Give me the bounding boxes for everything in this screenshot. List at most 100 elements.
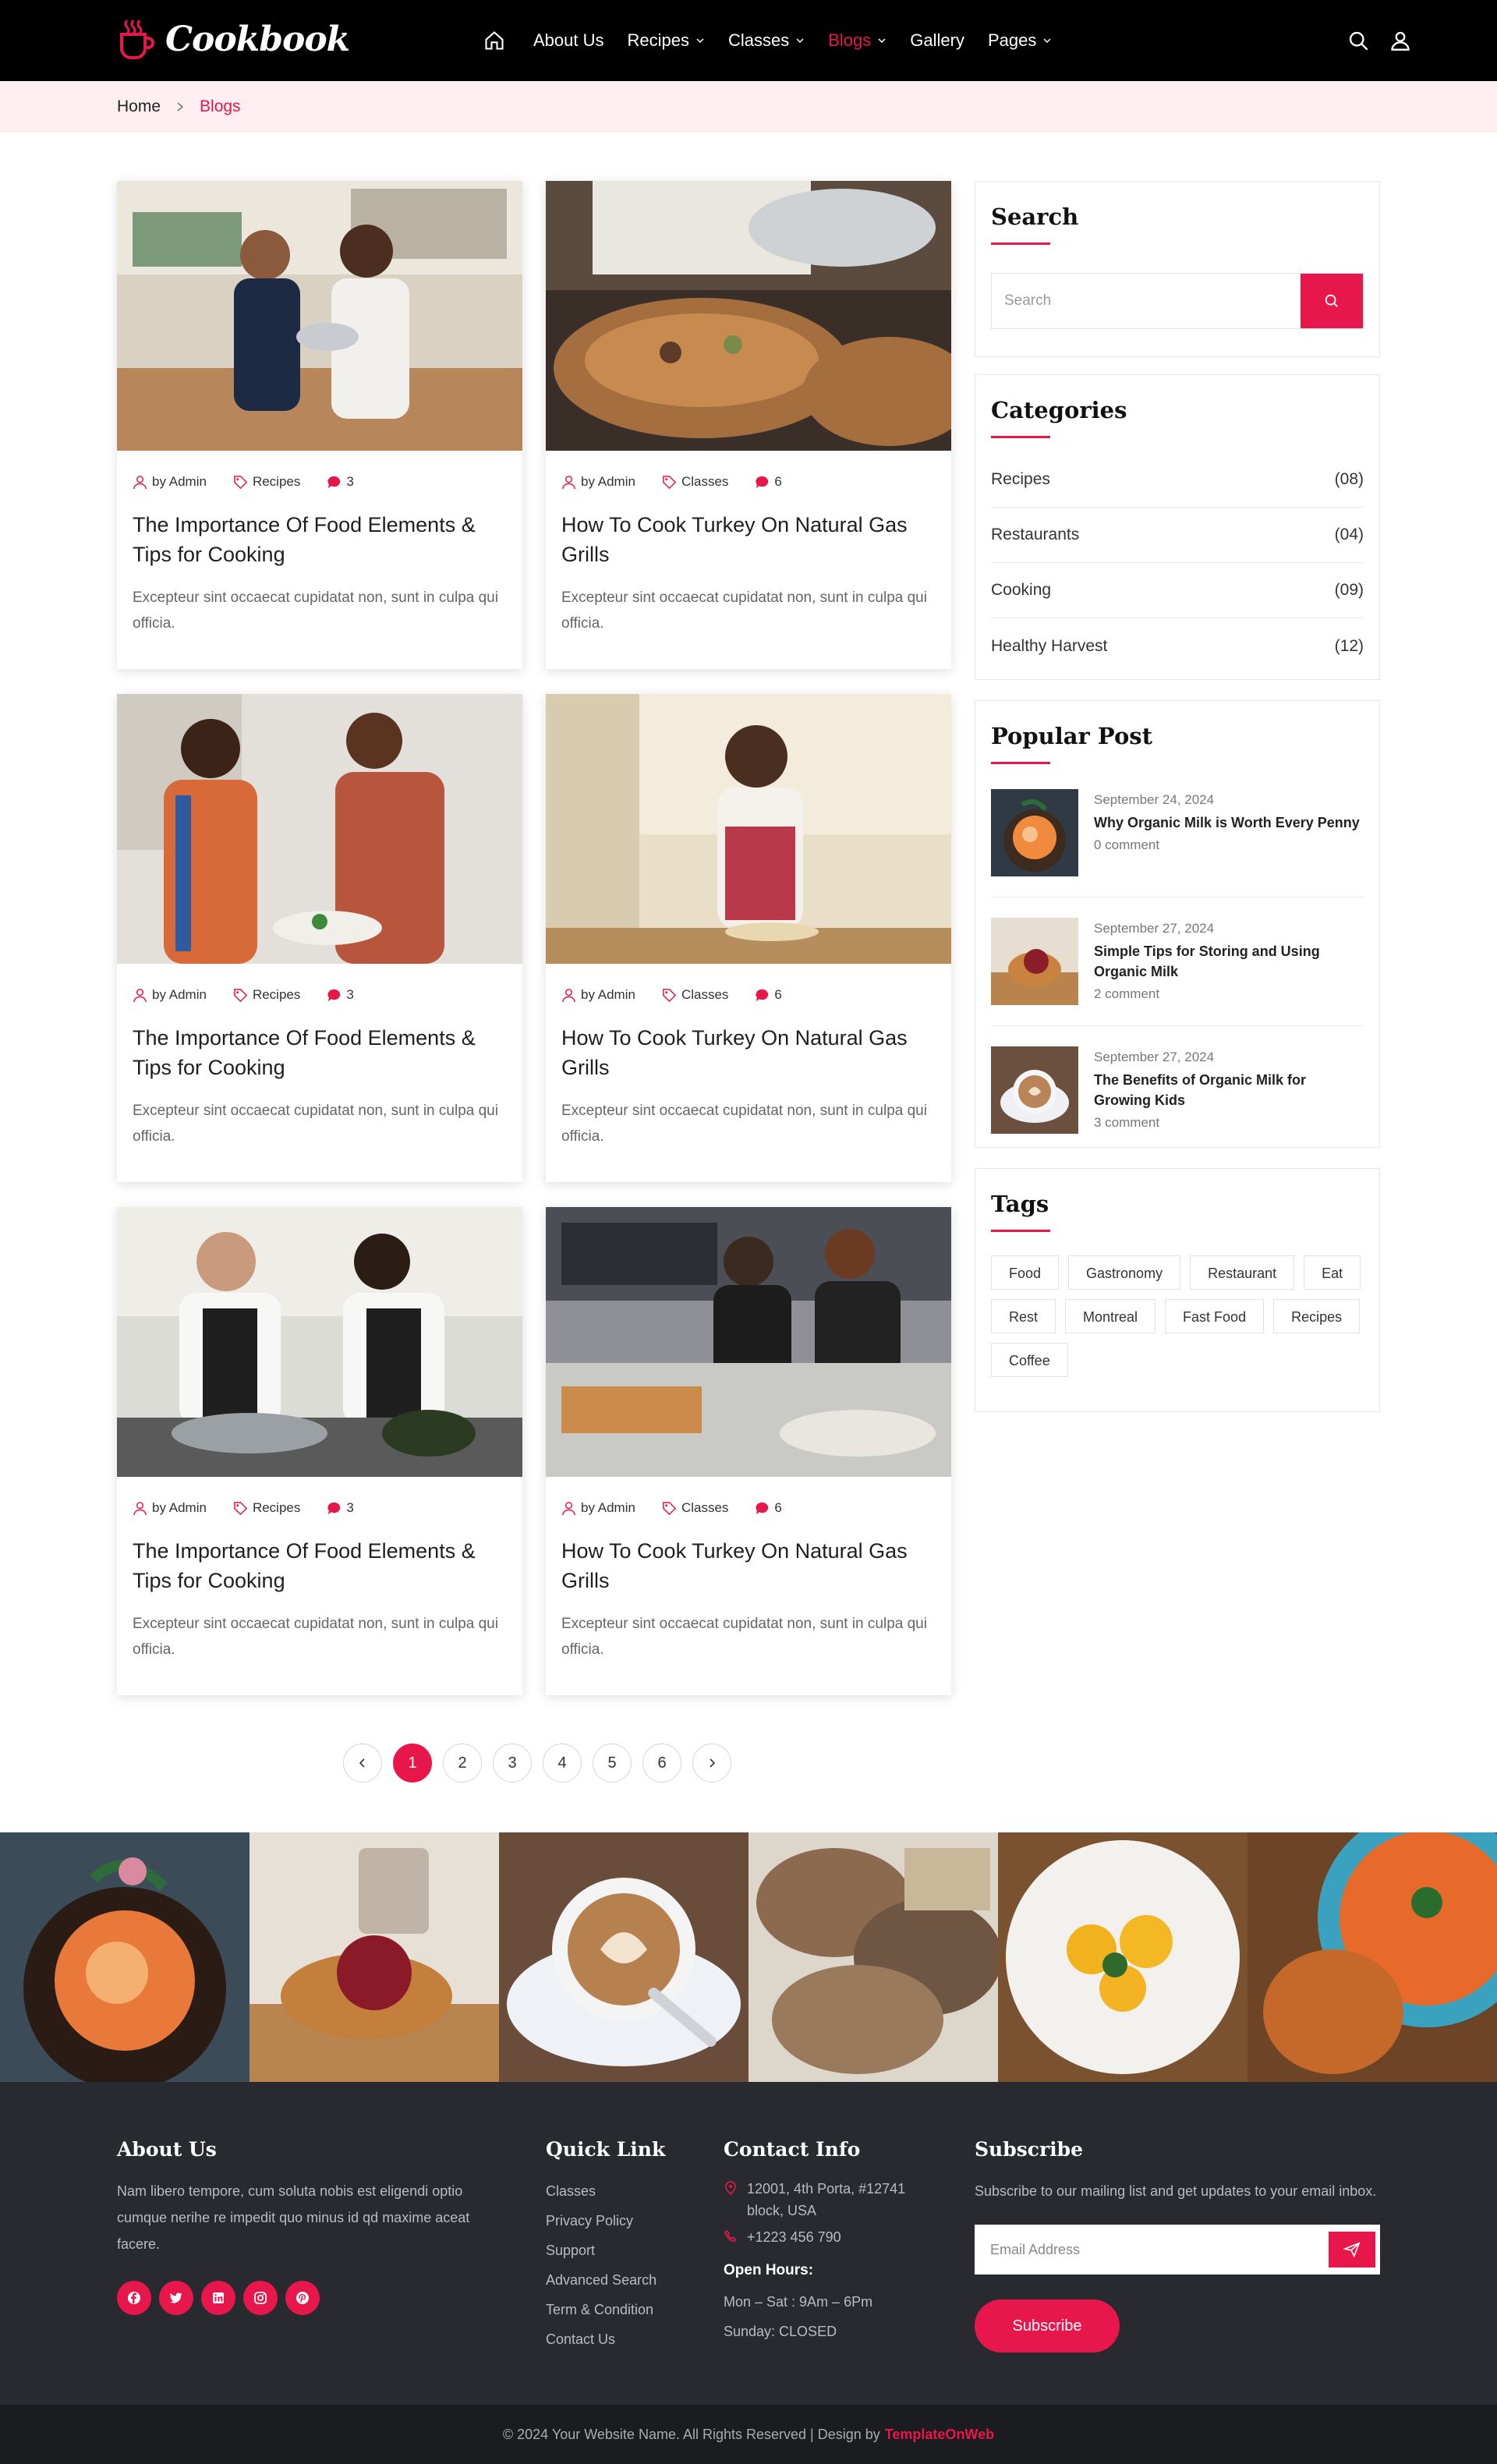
- page-button-1[interactable]: 1: [393, 1744, 432, 1783]
- post-title[interactable]: How To Cook Turkey On Natural Gas Grills: [561, 510, 936, 569]
- post-author[interactable]: by Admin: [581, 1500, 635, 1516]
- post-comments[interactable]: 6: [774, 1500, 781, 1516]
- post-comments[interactable]: 3: [346, 1500, 353, 1516]
- tag-item[interactable]: Montreal: [1065, 1299, 1156, 1333]
- page-button-4[interactable]: 4: [543, 1744, 582, 1783]
- instagram-icon[interactable]: [243, 2281, 278, 2315]
- post-comments[interactable]: 6: [774, 474, 781, 490]
- blog-card[interactable]: by Admin Classes 6 How To Cook Turkey On…: [546, 1207, 951, 1695]
- gallery-image[interactable]: [499, 1832, 748, 2082]
- popular-post-title[interactable]: Why Organic Milk is Worth Every Penny: [1094, 812, 1360, 833]
- nav-home-icon[interactable]: [483, 30, 505, 51]
- phone-text[interactable]: +1223 456 790: [747, 2226, 841, 2248]
- subscribe-button[interactable]: Subscribe: [975, 2299, 1120, 2352]
- blog-card[interactable]: by Admin Recipes 3 The Importance Of Foo…: [117, 181, 522, 669]
- post-title[interactable]: How To Cook Turkey On Natural Gas Grills: [561, 1023, 936, 1082]
- post-category[interactable]: Classes: [681, 987, 728, 1003]
- send-email-button[interactable]: [1329, 2232, 1375, 2268]
- category-item[interactable]: Healthy Harvest (12): [991, 618, 1364, 674]
- blog-card-image[interactable]: [546, 181, 951, 451]
- tag-item[interactable]: Rest: [991, 1299, 1056, 1333]
- prev-page-button[interactable]: [343, 1744, 382, 1783]
- linkedin-icon[interactable]: [201, 2281, 235, 2315]
- nav-pages[interactable]: Pages: [988, 30, 1052, 51]
- popular-post-title[interactable]: Simple Tips for Storing and Using Organi…: [1094, 941, 1364, 982]
- footer-link[interactable]: Support: [546, 2236, 702, 2265]
- blog-card[interactable]: by Admin Classes 6 How To Cook Turkey On…: [546, 694, 951, 1182]
- twitter-icon[interactable]: [159, 2281, 193, 2315]
- blog-card[interactable]: by Admin Recipes 3 The Importance Of Foo…: [117, 1207, 522, 1695]
- post-category[interactable]: Classes: [681, 474, 728, 490]
- footer-link[interactable]: Contact Us: [546, 2324, 702, 2354]
- post-author[interactable]: by Admin: [152, 987, 207, 1003]
- breadcrumb-home[interactable]: Home: [117, 97, 161, 116]
- page-button-5[interactable]: 5: [593, 1744, 632, 1783]
- post-thumbnail[interactable]: [991, 918, 1078, 1005]
- post-title[interactable]: How To Cook Turkey On Natural Gas Grills: [561, 1536, 936, 1595]
- post-author[interactable]: by Admin: [152, 474, 207, 490]
- post-author[interactable]: by Admin: [581, 987, 635, 1003]
- post-author[interactable]: by Admin: [152, 1500, 207, 1516]
- tag-item[interactable]: Recipes: [1273, 1299, 1361, 1333]
- post-title[interactable]: The Importance Of Food Elements & Tips f…: [133, 1023, 507, 1082]
- post-comments[interactable]: 3: [346, 474, 353, 490]
- category-item[interactable]: Cooking (09): [991, 563, 1364, 618]
- blog-card-image[interactable]: [117, 181, 522, 451]
- category-item[interactable]: Recipes (08): [991, 452, 1364, 508]
- popular-post-title[interactable]: The Benefits of Organic Milk for Growing…: [1094, 1070, 1364, 1110]
- post-category[interactable]: Recipes: [253, 474, 300, 490]
- post-thumbnail[interactable]: [991, 1046, 1078, 1134]
- facebook-icon[interactable]: [117, 2281, 151, 2315]
- nav-blogs[interactable]: Blogs: [828, 30, 887, 51]
- gallery-image[interactable]: [748, 1832, 998, 2082]
- gallery-image[interactable]: [998, 1832, 1248, 2082]
- designer-link[interactable]: TemplateOnWeb: [885, 2427, 994, 2443]
- tag-item[interactable]: Coffee: [991, 1343, 1068, 1377]
- nav-about-us[interactable]: About Us: [533, 30, 604, 51]
- blog-card[interactable]: by Admin Classes 6 How To Cook Turkey On…: [546, 181, 951, 669]
- gallery-image[interactable]: [250, 1832, 499, 2082]
- footer-link[interactable]: Term & Condition: [546, 2295, 702, 2324]
- post-category[interactable]: Recipes: [253, 1500, 300, 1516]
- tag-item[interactable]: Food: [991, 1255, 1060, 1290]
- page-button-6[interactable]: 6: [642, 1744, 681, 1783]
- popular-post[interactable]: September 27, 2024 The Benefits of Organ…: [991, 1026, 1364, 1154]
- search-button[interactable]: [1301, 274, 1363, 328]
- blog-card-image[interactable]: [546, 1207, 951, 1477]
- page-button-2[interactable]: 2: [443, 1744, 482, 1783]
- search-icon[interactable]: [1347, 30, 1369, 51]
- popular-post[interactable]: September 27, 2024 Simple Tips for Stori…: [991, 897, 1364, 1026]
- post-thumbnail[interactable]: [991, 789, 1078, 876]
- site-logo[interactable]: Cookbook: [115, 17, 350, 61]
- popular-post[interactable]: September 24, 2024 Why Organic Milk is W…: [991, 769, 1364, 897]
- tag-item[interactable]: Eat: [1304, 1255, 1361, 1290]
- post-category[interactable]: Recipes: [253, 987, 300, 1003]
- user-icon[interactable]: [1389, 30, 1411, 51]
- post-author[interactable]: by Admin: [581, 474, 635, 490]
- gallery-image[interactable]: [1248, 1832, 1497, 2082]
- blog-card-image[interactable]: [117, 694, 522, 964]
- pinterest-icon[interactable]: [285, 2281, 320, 2315]
- nav-gallery[interactable]: Gallery: [910, 30, 964, 51]
- category-item[interactable]: Restaurants (04): [991, 508, 1364, 563]
- footer-link[interactable]: Classes: [546, 2176, 702, 2206]
- post-comments[interactable]: 3: [346, 987, 353, 1003]
- blog-card-image[interactable]: [117, 1207, 522, 1477]
- footer-link[interactable]: Privacy Policy: [546, 2206, 702, 2236]
- search-input[interactable]: [992, 274, 1301, 328]
- post-title[interactable]: The Importance Of Food Elements & Tips f…: [133, 510, 507, 569]
- tag-item[interactable]: Fast Food: [1165, 1299, 1265, 1333]
- nav-classes[interactable]: Classes: [728, 30, 805, 51]
- blog-card[interactable]: by Admin Recipes 3 The Importance Of Foo…: [117, 694, 522, 1182]
- nav-recipes[interactable]: Recipes: [628, 30, 705, 51]
- next-page-button[interactable]: [692, 1744, 731, 1783]
- gallery-image[interactable]: [0, 1832, 250, 2082]
- page-button-3[interactable]: 3: [493, 1744, 532, 1783]
- footer-link[interactable]: Advanced Search: [546, 2265, 702, 2295]
- post-comments[interactable]: 6: [774, 987, 781, 1003]
- tag-item[interactable]: Gastronomy: [1068, 1255, 1181, 1290]
- tag-item[interactable]: Restaurant: [1190, 1255, 1295, 1290]
- post-category[interactable]: Classes: [681, 1500, 728, 1516]
- email-field[interactable]: [990, 2241, 1329, 2258]
- blog-card-image[interactable]: [546, 694, 951, 964]
